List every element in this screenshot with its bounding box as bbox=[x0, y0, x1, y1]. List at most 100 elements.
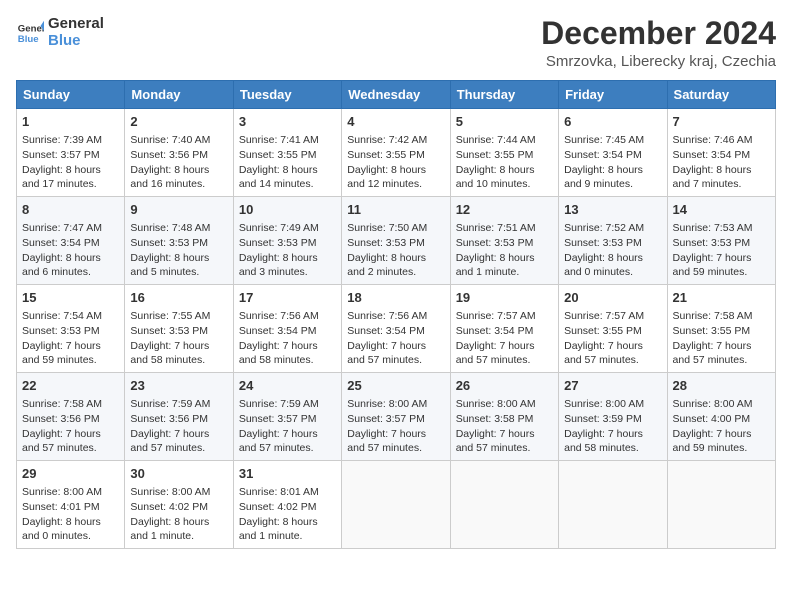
svg-text:General: General bbox=[18, 23, 44, 34]
day-number: 13 bbox=[564, 201, 661, 219]
cell-content: and 57 minutes. bbox=[456, 353, 553, 368]
cell-content: Sunrise: 7:42 AM bbox=[347, 133, 444, 148]
cell-content: Sunset: 3:57 PM bbox=[239, 412, 336, 427]
day-number: 23 bbox=[130, 377, 227, 395]
cell-content: Sunset: 3:56 PM bbox=[22, 412, 119, 427]
cell-content: Sunrise: 7:55 AM bbox=[130, 309, 227, 324]
cell-content: Daylight: 7 hours bbox=[130, 339, 227, 354]
cell-content: Daylight: 8 hours bbox=[130, 163, 227, 178]
cell-content: and 5 minutes. bbox=[130, 265, 227, 280]
page-header: General Blue General Blue December 2024 … bbox=[16, 16, 776, 70]
cell-content: Sunset: 3:56 PM bbox=[130, 148, 227, 163]
cell-content: Sunrise: 7:57 AM bbox=[564, 309, 661, 324]
cell-content: and 57 minutes. bbox=[130, 441, 227, 456]
calendar-cell-27: 27Sunrise: 8:00 AMSunset: 3:59 PMDayligh… bbox=[559, 373, 667, 461]
cell-content: Sunset: 3:53 PM bbox=[130, 324, 227, 339]
cell-content: Daylight: 7 hours bbox=[347, 339, 444, 354]
day-number: 29 bbox=[22, 465, 119, 483]
cell-content: Sunrise: 7:44 AM bbox=[456, 133, 553, 148]
cell-content: Daylight: 7 hours bbox=[564, 427, 661, 442]
cell-content: Sunset: 3:57 PM bbox=[347, 412, 444, 427]
title-area: December 2024 Smrzovka, Liberecky kraj, … bbox=[541, 16, 776, 70]
calendar-cell-3: 3Sunrise: 7:41 AMSunset: 3:55 PMDaylight… bbox=[233, 109, 341, 197]
cell-content: Daylight: 8 hours bbox=[456, 163, 553, 178]
cell-content: Sunset: 3:54 PM bbox=[564, 148, 661, 163]
cell-content: Sunset: 3:53 PM bbox=[347, 236, 444, 251]
svg-text:Blue: Blue bbox=[18, 33, 39, 44]
day-number: 11 bbox=[347, 201, 444, 219]
cell-content: and 57 minutes. bbox=[239, 441, 336, 456]
cell-content: Sunrise: 7:50 AM bbox=[347, 221, 444, 236]
cell-content: Sunrise: 8:00 AM bbox=[347, 397, 444, 412]
calendar-cell-16: 16Sunrise: 7:55 AMSunset: 3:53 PMDayligh… bbox=[125, 285, 233, 373]
day-number: 1 bbox=[22, 113, 119, 131]
cell-content: Daylight: 7 hours bbox=[564, 339, 661, 354]
day-number: 31 bbox=[239, 465, 336, 483]
calendar-cell-empty bbox=[559, 460, 667, 548]
calendar-week-1: 1Sunrise: 7:39 AMSunset: 3:57 PMDaylight… bbox=[17, 109, 776, 197]
day-number: 18 bbox=[347, 289, 444, 307]
calendar-cell-12: 12Sunrise: 7:51 AMSunset: 3:53 PMDayligh… bbox=[450, 197, 558, 285]
cell-content: Daylight: 8 hours bbox=[456, 251, 553, 266]
cell-content: Sunset: 3:56 PM bbox=[130, 412, 227, 427]
cell-content: Daylight: 7 hours bbox=[239, 427, 336, 442]
day-number: 12 bbox=[456, 201, 553, 219]
calendar-week-4: 22Sunrise: 7:58 AMSunset: 3:56 PMDayligh… bbox=[17, 373, 776, 461]
calendar-cell-1: 1Sunrise: 7:39 AMSunset: 3:57 PMDaylight… bbox=[17, 109, 125, 197]
day-number: 28 bbox=[673, 377, 770, 395]
cell-content: Sunset: 3:58 PM bbox=[456, 412, 553, 427]
cell-content: Sunrise: 7:47 AM bbox=[22, 221, 119, 236]
calendar-cell-9: 9Sunrise: 7:48 AMSunset: 3:53 PMDaylight… bbox=[125, 197, 233, 285]
cell-content: and 1 minute. bbox=[239, 529, 336, 544]
cell-content: and 7 minutes. bbox=[673, 177, 770, 192]
calendar-week-2: 8Sunrise: 7:47 AMSunset: 3:54 PMDaylight… bbox=[17, 197, 776, 285]
cell-content: and 2 minutes. bbox=[347, 265, 444, 280]
cell-content: Daylight: 8 hours bbox=[130, 515, 227, 530]
cell-content: Sunset: 3:55 PM bbox=[347, 148, 444, 163]
cell-content: Sunset: 4:02 PM bbox=[130, 500, 227, 515]
weekday-header-saturday: Saturday bbox=[667, 81, 775, 109]
calendar-header-row: SundayMondayTuesdayWednesdayThursdayFrid… bbox=[17, 81, 776, 109]
cell-content: Daylight: 8 hours bbox=[22, 515, 119, 530]
cell-content: Sunset: 3:59 PM bbox=[564, 412, 661, 427]
cell-content: Daylight: 7 hours bbox=[347, 427, 444, 442]
calendar-cell-8: 8Sunrise: 7:47 AMSunset: 3:54 PMDaylight… bbox=[17, 197, 125, 285]
day-number: 17 bbox=[239, 289, 336, 307]
day-number: 10 bbox=[239, 201, 336, 219]
cell-content: Sunrise: 8:00 AM bbox=[456, 397, 553, 412]
cell-content: and 16 minutes. bbox=[130, 177, 227, 192]
weekday-header-monday: Monday bbox=[125, 81, 233, 109]
cell-content: Sunset: 3:53 PM bbox=[22, 324, 119, 339]
logo: General Blue General Blue bbox=[16, 16, 104, 49]
day-number: 4 bbox=[347, 113, 444, 131]
cell-content: Daylight: 8 hours bbox=[564, 163, 661, 178]
month-title: December 2024 bbox=[541, 16, 776, 51]
day-number: 21 bbox=[673, 289, 770, 307]
cell-content: and 0 minutes. bbox=[22, 529, 119, 544]
cell-content: and 57 minutes. bbox=[673, 353, 770, 368]
cell-content: Daylight: 8 hours bbox=[564, 251, 661, 266]
calendar-table: SundayMondayTuesdayWednesdayThursdayFrid… bbox=[16, 80, 776, 549]
calendar-week-3: 15Sunrise: 7:54 AMSunset: 3:53 PMDayligh… bbox=[17, 285, 776, 373]
calendar-cell-empty bbox=[450, 460, 558, 548]
cell-content: Sunset: 3:53 PM bbox=[239, 236, 336, 251]
calendar-cell-31: 31Sunrise: 8:01 AMSunset: 4:02 PMDayligh… bbox=[233, 460, 341, 548]
logo-blue-text: Blue bbox=[48, 33, 104, 50]
calendar-cell-2: 2Sunrise: 7:40 AMSunset: 3:56 PMDaylight… bbox=[125, 109, 233, 197]
cell-content: Daylight: 7 hours bbox=[673, 427, 770, 442]
cell-content: and 57 minutes. bbox=[347, 353, 444, 368]
calendar-cell-10: 10Sunrise: 7:49 AMSunset: 3:53 PMDayligh… bbox=[233, 197, 341, 285]
cell-content: Daylight: 7 hours bbox=[239, 339, 336, 354]
calendar-cell-30: 30Sunrise: 8:00 AMSunset: 4:02 PMDayligh… bbox=[125, 460, 233, 548]
day-number: 24 bbox=[239, 377, 336, 395]
day-number: 15 bbox=[22, 289, 119, 307]
calendar-cell-28: 28Sunrise: 8:00 AMSunset: 4:00 PMDayligh… bbox=[667, 373, 775, 461]
cell-content: and 10 minutes. bbox=[456, 177, 553, 192]
cell-content: and 57 minutes. bbox=[564, 353, 661, 368]
cell-content: and 14 minutes. bbox=[239, 177, 336, 192]
cell-content: and 58 minutes. bbox=[564, 441, 661, 456]
cell-content: Sunset: 4:02 PM bbox=[239, 500, 336, 515]
calendar-cell-18: 18Sunrise: 7:56 AMSunset: 3:54 PMDayligh… bbox=[342, 285, 450, 373]
cell-content: Sunset: 3:53 PM bbox=[564, 236, 661, 251]
cell-content: Daylight: 8 hours bbox=[130, 251, 227, 266]
